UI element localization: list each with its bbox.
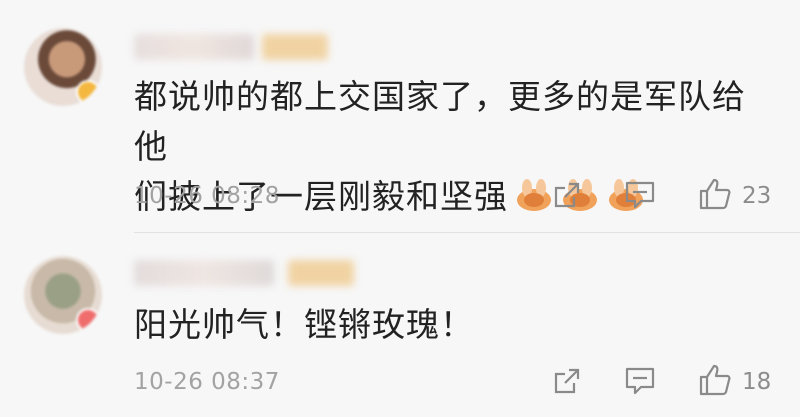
verified-badge-icon [76,80,100,104]
share-icon[interactable] [552,180,582,210]
user-badge-blurred [288,260,354,286]
comment-item: 都说帅的都上交国家了，更多的是军队给他 们披上了一层刚毅和坚强 10-26 08… [0,0,800,220]
user-badge-icon [76,308,100,332]
like-count: 23 [742,183,772,209]
comment-text-line: 阳光帅气！铿锵玫瑰！ [134,305,474,344]
thumbs-up-icon[interactable] [698,364,732,396]
share-icon[interactable] [552,366,582,396]
avatar[interactable] [24,256,102,334]
user-badge-blurred [262,34,328,60]
username-blurred[interactable] [134,34,254,60]
comment-icon[interactable] [624,180,656,210]
comment-timestamp: 10-26 08:28 [134,183,280,209]
comment-item: 阳光帅气！铿锵玫瑰！ 10-26 08:37 18 [0,233,800,417]
username-blurred[interactable] [134,260,274,286]
avatar[interactable] [24,28,102,106]
like-count: 18 [742,369,772,395]
comment-text: 阳光帅气！铿锵玫瑰！ [134,300,774,350]
comment-text-line: 都说帅的都上交国家了，更多的是军队给他 [134,77,746,166]
clap-hands-emoji-icon [517,179,551,211]
comment-timestamp: 10-26 08:37 [134,369,280,395]
comment-icon[interactable] [624,366,656,396]
thumbs-up-icon[interactable] [698,178,732,210]
